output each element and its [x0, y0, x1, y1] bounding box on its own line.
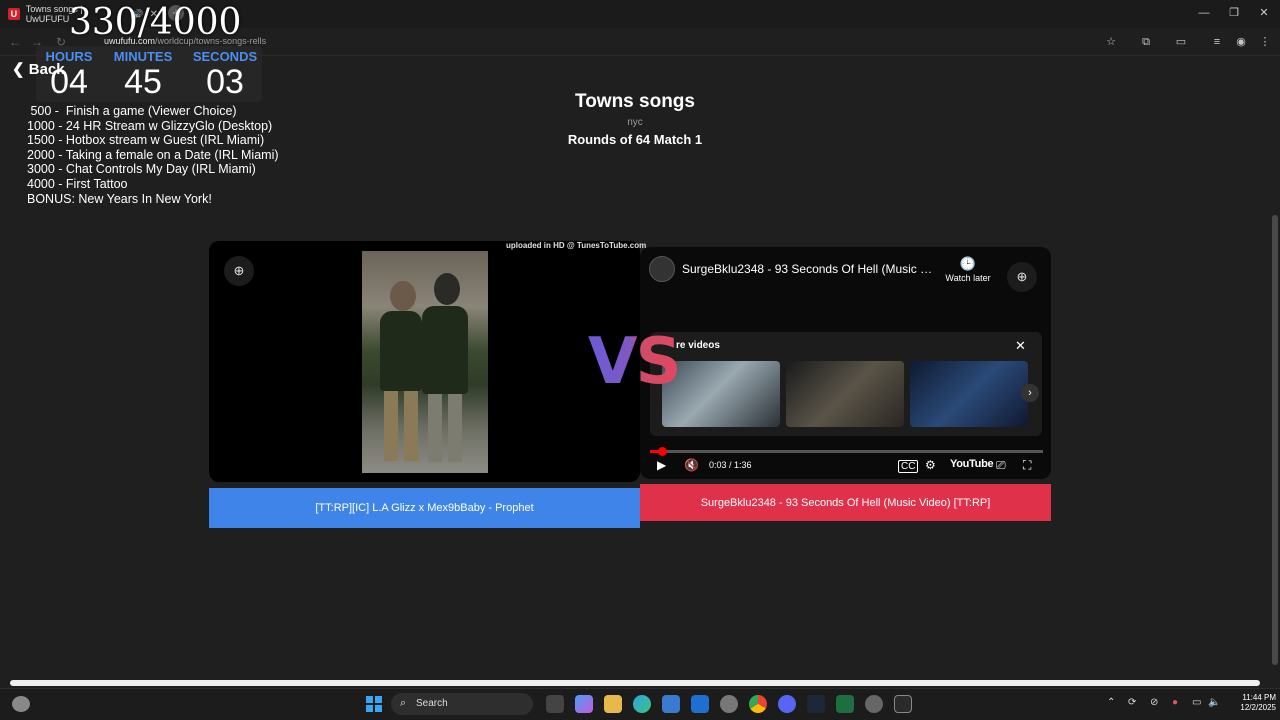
copilot-icon[interactable]: [575, 695, 593, 713]
goal-item: 3000 - Chat Controls My Day (IRL Miami): [27, 162, 256, 177]
muted-volume-icon[interactable]: 🔇: [684, 458, 699, 472]
video-progress-bar[interactable]: [650, 450, 1043, 453]
progress-scrubber[interactable]: [658, 447, 667, 456]
play-icon[interactable]: ▶: [657, 458, 666, 472]
site-favicon-icon: U: [8, 8, 20, 20]
file-explorer-icon[interactable]: [604, 695, 622, 713]
captions-icon[interactable]: CC: [898, 460, 919, 473]
sub-goal-counter: 330/4000: [69, 2, 242, 43]
goals-list: 500 - Finish a game (Viewer Choice) 1000…: [27, 104, 279, 206]
more-videos-label: re videos: [676, 340, 720, 351]
sync-icon[interactable]: ⟳: [1128, 697, 1136, 708]
vs-label: VS: [588, 325, 682, 399]
search-icon: ⌕: [400, 697, 407, 709]
store-icon[interactable]: [662, 695, 680, 713]
restore-icon[interactable]: ❐: [1224, 5, 1244, 21]
task-view-icon[interactable]: [546, 695, 564, 713]
left-choice-button[interactable]: [TT:RP][IC] L.A Glizz x Mex9bBaby - Prop…: [209, 488, 640, 528]
goal-item: BONUS: New Years In New York!: [27, 191, 212, 206]
back-button[interactable]: ❮ Back: [12, 60, 65, 78]
back-label: Back: [28, 61, 65, 78]
menu-dots-icon[interactable]: ⋮: [1256, 34, 1274, 50]
related-video-thumbnail[interactable]: [786, 361, 904, 427]
epic-games-icon[interactable]: [894, 695, 912, 713]
split-view-icon[interactable]: ▭: [1172, 34, 1190, 50]
close-window-icon[interactable]: ✕: [1254, 5, 1274, 21]
taskbar-search-box[interactable]: [391, 693, 533, 715]
horizontal-scroll-thumb[interactable]: [10, 680, 1260, 686]
watch-later-button[interactable]: 🕒 Watch later: [940, 256, 996, 283]
minimize-icon[interactable]: —: [1194, 5, 1214, 21]
hidden-icon[interactable]: ⊘: [1150, 697, 1158, 708]
right-choice-button[interactable]: SurgeBklu2348 - 93 Seconds Of Hell (Musi…: [640, 484, 1051, 521]
settings-gear-icon[interactable]: ⚙: [925, 458, 936, 472]
windows-start-icon[interactable]: [366, 696, 382, 712]
left-zoom-icon[interactable]: ⊕: [224, 256, 254, 286]
video-time: 0:03 / 1:36: [709, 460, 752, 470]
goal-item: 2000 - Taking a female on a Date (IRL Mi…: [27, 147, 279, 162]
watch-later-label: Watch later: [945, 273, 991, 283]
steam-icon[interactable]: [807, 695, 825, 713]
volume-icon[interactable]: 🔈: [1208, 697, 1220, 708]
related-video-thumbnail[interactable]: [910, 361, 1028, 427]
chevron-up-icon[interactable]: ⌃: [1107, 697, 1115, 708]
minutes-label: MINUTES: [113, 49, 173, 64]
fullscreen-icon[interactable]: ⛶: [1023, 458, 1031, 473]
clock-date: 12/2/2025: [1240, 703, 1276, 712]
obs-icon[interactable]: [720, 695, 738, 713]
close-more-videos-icon[interactable]: ✕: [1015, 338, 1026, 354]
chevron-left-icon: ❮: [12, 61, 29, 78]
profile-icon[interactable]: ◉: [1232, 34, 1250, 50]
goal-item: 1000 - 24 HR Stream w GlizzyGlo (Desktop…: [27, 118, 273, 133]
related-video-thumbnail[interactable]: [662, 361, 780, 427]
bookmark-star-icon[interactable]: ☆: [1102, 34, 1120, 50]
discord-icon[interactable]: [778, 695, 796, 713]
timer-seconds: SECONDS 03: [188, 49, 262, 99]
taskbar-search-placeholder: Search: [416, 698, 448, 709]
system-clock[interactable]: 11:44 PM 12/2/2025: [1222, 693, 1276, 713]
minutes-value: 45: [124, 63, 162, 101]
goal-item: 500 - Finish a game (Viewer Choice): [27, 104, 237, 118]
timer-minutes: MINUTES 45: [106, 49, 180, 99]
video-watermark: uploaded in HD @ TunesToTube.com: [506, 241, 647, 250]
seconds-value: 03: [206, 63, 244, 101]
back-arrow-icon[interactable]: ←: [6, 33, 24, 51]
youtube-logo[interactable]: YouTube: [950, 458, 994, 470]
media-control-icon[interactable]: ≡: [1208, 34, 1226, 50]
seconds-label: SECONDS: [192, 49, 258, 64]
clock-icon: 🕒: [959, 256, 977, 271]
goal-item: 1500 - Hotbox stream w Guest (IRL Miami): [27, 133, 265, 148]
mail-icon[interactable]: [691, 695, 709, 713]
right-zoom-icon[interactable]: ⊕: [1007, 262, 1037, 292]
weather-widget-icon[interactable]: [12, 696, 30, 712]
youtube-video-title[interactable]: SurgeBklu2348 - 93 Seconds Of Hell (Musi…: [682, 262, 938, 276]
left-video-thumbnail: [362, 251, 488, 473]
settings-icon[interactable]: [865, 695, 883, 713]
chrome-icon[interactable]: [749, 695, 767, 713]
extensions-icon[interactable]: ⧉: [1137, 34, 1155, 50]
cast-icon[interactable]: ⎚: [996, 458, 1006, 473]
channel-avatar[interactable]: [649, 256, 675, 282]
goal-item: 4000 - First Tattoo: [27, 176, 128, 191]
vertical-scroll-thumb[interactable]: [1272, 215, 1278, 665]
display-icon[interactable]: ▭: [1192, 697, 1201, 708]
clock-time: 11:44 PM: [1242, 693, 1276, 702]
microphone-icon[interactable]: ●: [1172, 697, 1178, 708]
next-arrow-icon[interactable]: ›: [1021, 384, 1039, 402]
excel-icon[interactable]: [836, 695, 854, 713]
edge-browser-icon[interactable]: [633, 695, 651, 713]
